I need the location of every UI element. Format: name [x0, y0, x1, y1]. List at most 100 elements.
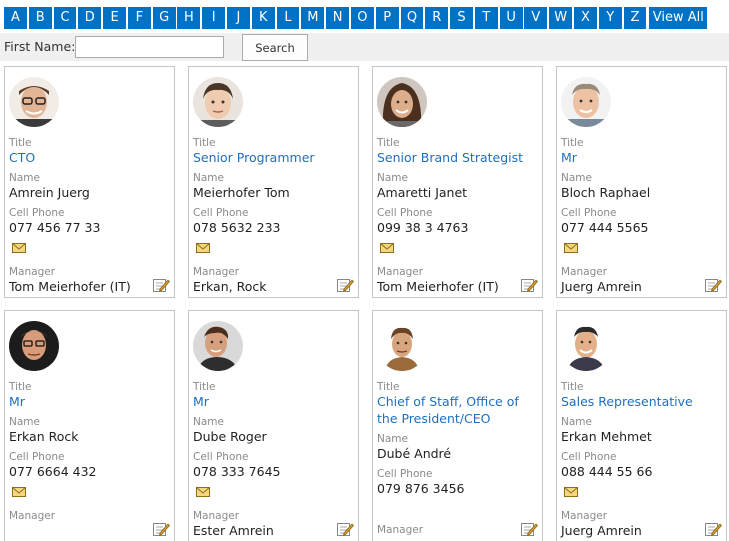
letter-y-button[interactable]: Y [598, 7, 622, 29]
cell-phone-label: Cell Phone [561, 207, 617, 219]
cell-phone-label: Cell Phone [193, 451, 249, 463]
title-value[interactable]: Chief of Staff, Office of the President/… [377, 393, 541, 427]
letter-v-button[interactable]: V [524, 7, 548, 29]
manager-label: Manager [9, 266, 56, 278]
email-icon[interactable] [12, 487, 26, 497]
letter-f-button[interactable]: F [127, 7, 151, 29]
view-all-button[interactable]: View All [649, 7, 708, 29]
letter-j-button[interactable]: J [227, 7, 250, 29]
name-value: Amrein Juerg [9, 185, 90, 200]
letter-e-button[interactable]: E [103, 7, 127, 29]
title-value[interactable]: Mr [561, 149, 725, 166]
email-icon[interactable] [564, 243, 578, 253]
letter-z-button[interactable]: Z [623, 7, 647, 29]
cell-phone-value: 079 876 3456 [377, 481, 465, 496]
name-label: Name [561, 416, 592, 428]
edit-icon[interactable] [153, 277, 170, 293]
avatar [561, 321, 611, 371]
title-label: Title [9, 137, 32, 149]
cell-phone-value: 088 444 55 66 [561, 464, 653, 479]
manager-label: Manager [377, 524, 424, 536]
letter-o-button[interactable]: O [350, 7, 374, 29]
name-value: Meierhofer Tom [193, 185, 290, 200]
avatar [9, 321, 59, 371]
name-value: Bloch Raphael [561, 185, 651, 200]
edit-icon[interactable] [521, 521, 538, 537]
email-icon[interactable] [12, 243, 26, 253]
edit-icon[interactable] [337, 521, 354, 537]
manager-label: Manager [561, 510, 608, 522]
letter-x-button[interactable]: X [573, 7, 597, 29]
email-icon[interactable] [196, 243, 210, 253]
letter-m-button[interactable]: M [301, 7, 325, 29]
email-icon[interactable] [380, 243, 394, 253]
name-value: Erkan Mehmet [561, 429, 652, 444]
name-label: Name [561, 172, 592, 184]
title-label: Title [377, 381, 400, 393]
search-bar: First Name: Search [0, 33, 729, 61]
title-value[interactable]: Mr [193, 393, 357, 410]
cell-phone-label: Cell Phone [193, 207, 249, 219]
employee-cards: Title CTO Name Amrein Juerg Cell Phone 0… [4, 66, 729, 541]
edit-icon[interactable] [705, 277, 722, 293]
manager-label: Manager [561, 266, 608, 278]
cell-phone-value: 078 5632 233 [193, 220, 281, 235]
letter-h-button[interactable]: H [177, 7, 201, 29]
avatar [193, 77, 243, 127]
title-label: Title [561, 381, 584, 393]
letter-a-button[interactable]: A [4, 7, 27, 29]
title-value[interactable]: CTO [9, 149, 173, 166]
letter-n-button[interactable]: N [326, 7, 350, 29]
title-value[interactable]: Senior Programmer [193, 149, 357, 166]
letter-s-button[interactable]: S [450, 7, 473, 29]
first-name-input[interactable] [75, 36, 224, 58]
letter-i-button[interactable]: I [202, 7, 226, 29]
name-value: Amaretti Janet [377, 185, 468, 200]
manager-value: Tom Meierhofer (IT) [9, 279, 131, 294]
avatar [377, 321, 427, 371]
title-label: Title [377, 137, 400, 149]
edit-icon[interactable] [153, 521, 170, 537]
letter-p-button[interactable]: P [375, 7, 399, 29]
title-value[interactable]: Senior Brand Strategist [377, 149, 541, 166]
letter-l-button[interactable]: L [276, 7, 300, 29]
letter-q-button[interactable]: Q [400, 7, 424, 29]
email-icon[interactable] [564, 487, 578, 497]
letter-b-button[interactable]: B [28, 7, 52, 29]
manager-label: Manager [193, 510, 240, 522]
title-value[interactable]: Sales Representative [561, 393, 725, 410]
search-button[interactable]: Search [242, 34, 308, 61]
cell-phone-label: Cell Phone [9, 207, 65, 219]
letter-d-button[interactable]: D [78, 7, 102, 29]
letter-w-button[interactable]: W [549, 7, 573, 29]
employee-card: Title Senior Programmer Name Meierhofer … [188, 66, 359, 298]
cell-phone-value: 077 6664 432 [9, 464, 97, 479]
title-label: Title [193, 137, 216, 149]
avatar [193, 321, 243, 371]
avatar [377, 77, 427, 127]
alphabet-filter-bar: A B C D E F G H I J K L M N O P Q R S T … [4, 7, 709, 29]
name-label: Name [9, 172, 40, 184]
cell-phone-value: 077 456 77 33 [9, 220, 101, 235]
cell-phone-label: Cell Phone [377, 468, 433, 480]
letter-u-button[interactable]: U [499, 7, 523, 29]
title-label: Title [561, 137, 584, 149]
letter-r-button[interactable]: R [425, 7, 449, 29]
employee-card: Title Sales Representative Name Erkan Me… [556, 310, 727, 541]
title-value[interactable]: Mr [9, 393, 173, 410]
letter-k-button[interactable]: K [251, 7, 275, 29]
name-label: Name [193, 416, 224, 428]
cell-phone-label: Cell Phone [561, 451, 617, 463]
letter-c-button[interactable]: C [53, 7, 77, 29]
edit-icon[interactable] [521, 277, 538, 293]
letter-t-button[interactable]: T [474, 7, 498, 29]
letter-g-button[interactable]: G [152, 7, 176, 29]
manager-label: Manager [193, 266, 240, 278]
employee-card: Title Senior Brand Strategist Name Amare… [372, 66, 543, 298]
employee-card: Title Chief of Staff, Office of the Pres… [372, 310, 543, 541]
edit-icon[interactable] [705, 521, 722, 537]
edit-icon[interactable] [337, 277, 354, 293]
title-label: Title [9, 381, 32, 393]
email-icon[interactable] [196, 487, 210, 497]
cell-phone-label: Cell Phone [9, 451, 65, 463]
